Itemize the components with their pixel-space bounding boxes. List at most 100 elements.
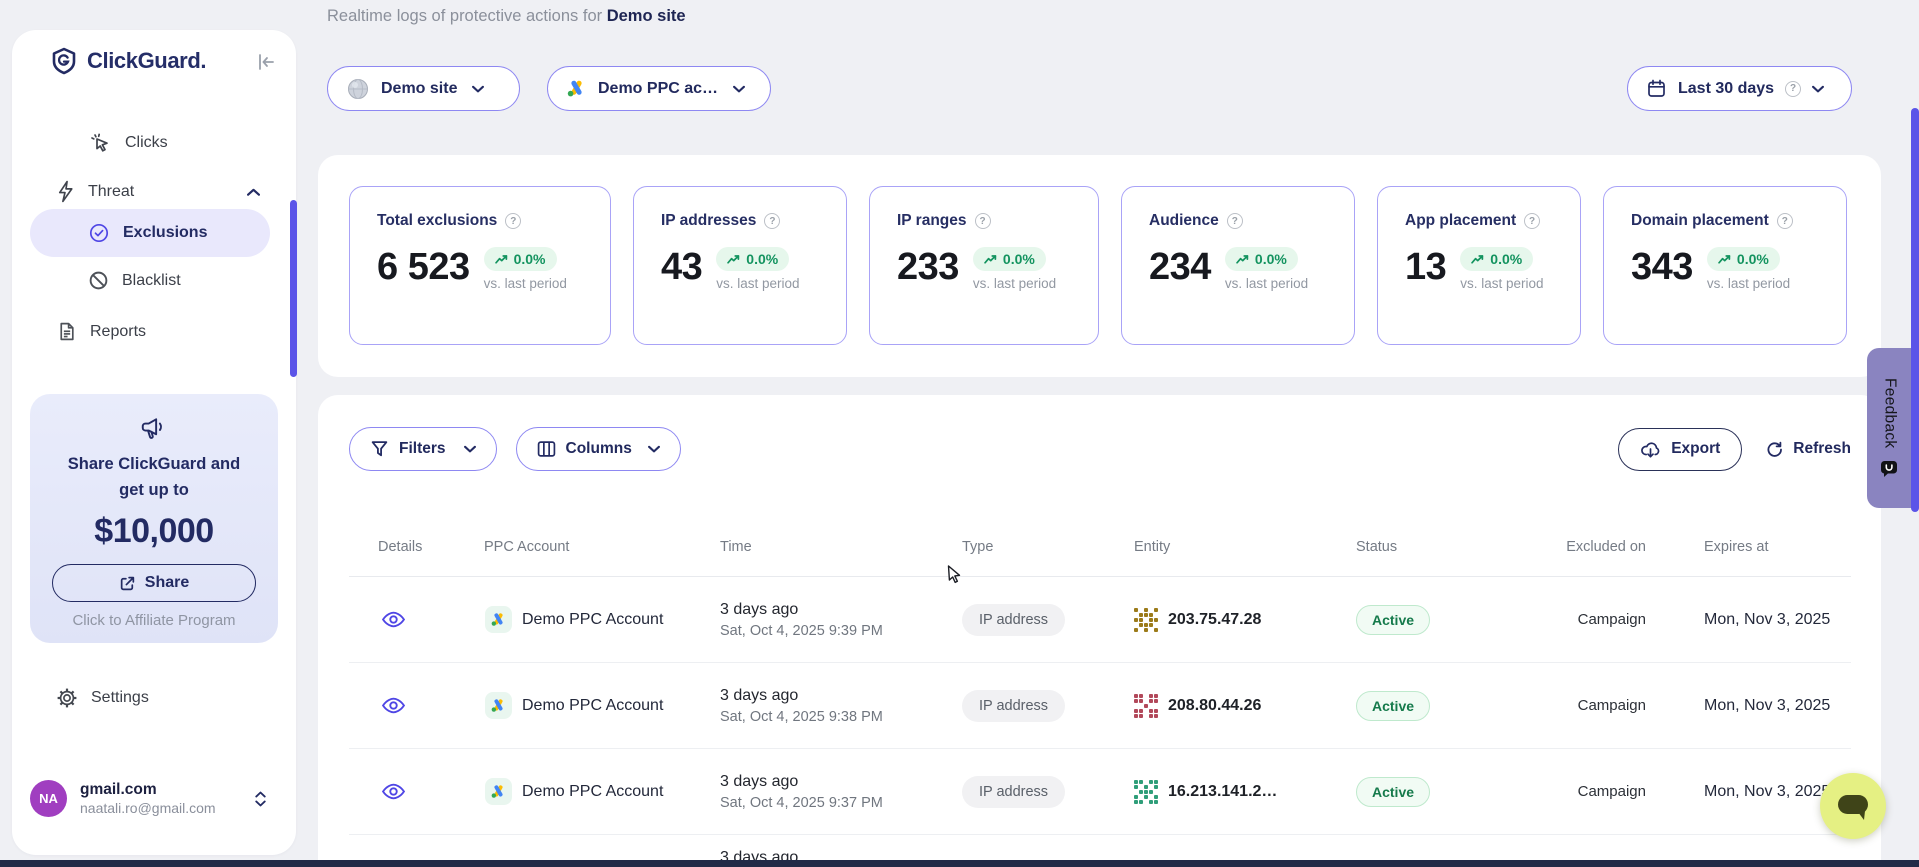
sidebar-item-threat[interactable]: Threat xyxy=(56,180,260,203)
stat-label: IP ranges xyxy=(897,212,967,230)
affiliate-promo-card[interactable]: Share ClickGuard and get up to $10,000 S… xyxy=(30,394,278,643)
stat-value: 13 xyxy=(1405,247,1446,289)
stat-card: Audience ? 234 0.0% vs. last period xyxy=(1121,186,1355,345)
help-icon[interactable]: ? xyxy=(975,213,991,229)
details-eye-icon[interactable] xyxy=(382,611,460,628)
funnel-icon xyxy=(370,440,389,458)
stat-card: Domain placement ? 343 0.0% vs. last per… xyxy=(1603,186,1847,345)
table-row: Demo PPC Account 3 days ago Sat, Oct 4, … xyxy=(349,577,1851,663)
type-badge: IP address xyxy=(962,776,1065,808)
details-eye-icon[interactable] xyxy=(382,783,460,800)
column-header: Excluded on xyxy=(1560,538,1657,558)
sidebar-collapse-icon[interactable] xyxy=(254,50,278,74)
sidebar-item-clicks[interactable]: Clicks xyxy=(88,131,168,155)
sidebar-item-blacklist[interactable]: Blacklist xyxy=(88,270,181,291)
table-toolbar: Filters Columns Export Refresh xyxy=(349,427,1851,471)
site-selector[interactable]: Demo site xyxy=(327,66,520,111)
column-header: Time xyxy=(700,538,945,558)
trend-badge: 0.0% xyxy=(1460,247,1533,271)
feedback-bubble-icon xyxy=(1880,460,1899,478)
subtitle-site: Demo site xyxy=(607,7,686,25)
help-icon[interactable]: ? xyxy=(764,213,780,229)
page-subtitle: Realtime logs of protective actions for … xyxy=(327,7,686,26)
trend-up-icon xyxy=(1236,254,1249,265)
cursor-click-icon xyxy=(88,131,112,155)
stat-caption: vs. last period xyxy=(1225,276,1308,291)
chevron-down-icon xyxy=(648,445,660,453)
help-icon[interactable]: ? xyxy=(1227,213,1243,229)
feedback-tab[interactable]: Feedback xyxy=(1867,348,1912,508)
sidebar-item-label: Clicks xyxy=(125,134,168,152)
clickguard-shield-icon xyxy=(50,47,78,75)
stat-value: 234 xyxy=(1149,247,1211,289)
date-range-selector[interactable]: Last 30 days ? xyxy=(1627,66,1852,111)
sidebar-item-settings[interactable]: Settings xyxy=(56,687,149,709)
badge-check-icon xyxy=(88,222,110,244)
page-scrollbar[interactable] xyxy=(1911,108,1919,512)
sidebar-scrollbar[interactable] xyxy=(290,200,297,377)
feedback-label: Feedback xyxy=(1881,378,1899,448)
help-icon: ? xyxy=(1785,81,1801,97)
chevron-down-icon xyxy=(472,85,484,93)
trend-up-icon xyxy=(984,254,997,265)
globe-icon xyxy=(346,77,370,101)
chevron-up-icon xyxy=(247,188,260,196)
chevron-updown-icon xyxy=(255,791,266,807)
columns-button[interactable]: Columns xyxy=(516,427,681,471)
entity-identicon xyxy=(1134,608,1158,632)
promo-footnote: Click to Affiliate Program xyxy=(30,612,278,629)
refresh-button[interactable]: Refresh xyxy=(1765,440,1851,459)
status-badge: Active xyxy=(1356,691,1430,721)
stat-caption: vs. last period xyxy=(484,276,567,291)
stats-row: Total exclusions ? 6 523 0.0% vs. last p… xyxy=(349,186,1847,345)
ppc-account-name: Demo PPC Account xyxy=(522,783,663,801)
stat-card: App placement ? 13 0.0% vs. last period xyxy=(1377,186,1581,345)
column-header: Status xyxy=(1340,538,1560,558)
ppc-account-name: Demo PPC Account xyxy=(522,611,663,629)
stat-caption: vs. last period xyxy=(1707,276,1790,291)
table-body: Demo PPC Account 3 days ago Sat, Oct 4, … xyxy=(349,577,1851,867)
column-header: PPC Account xyxy=(460,538,700,558)
stat-label: IP addresses xyxy=(661,212,756,230)
chevron-down-icon xyxy=(464,445,476,453)
details-eye-icon[interactable] xyxy=(382,697,460,714)
export-button[interactable]: Export xyxy=(1618,428,1742,471)
trend-badge: 0.0% xyxy=(484,247,557,271)
sidebar: ClickGuard. Clicks Threat Exclusions Bla… xyxy=(12,30,296,855)
share-button[interactable]: Share xyxy=(52,564,256,602)
ppc-account-selector-label: Demo PPC ac… xyxy=(598,80,718,98)
external-link-icon xyxy=(119,575,136,592)
help-icon[interactable]: ? xyxy=(1777,213,1793,229)
trend-up-icon xyxy=(1471,254,1484,265)
stat-label: App placement xyxy=(1405,212,1516,230)
ppc-account-selector[interactable]: Demo PPC ac… xyxy=(547,66,771,111)
cloud-download-icon xyxy=(1640,440,1661,459)
trend-badge: 0.0% xyxy=(1225,247,1298,271)
time-relative: 3 days ago xyxy=(720,773,945,791)
stat-card: Total exclusions ? 6 523 0.0% vs. last p… xyxy=(349,186,611,345)
sidebar-item-reports[interactable]: Reports xyxy=(56,321,146,342)
column-header: Details xyxy=(349,538,460,558)
sidebar-item-exclusions[interactable]: Exclusions xyxy=(30,209,270,257)
chevron-down-icon xyxy=(1812,85,1824,93)
excluded-on-value: Campaign xyxy=(1560,697,1657,714)
help-icon[interactable]: ? xyxy=(505,213,521,229)
user-email: naatali.ro@gmail.com xyxy=(80,800,216,816)
entity-identicon xyxy=(1134,694,1158,718)
stat-label: Total exclusions xyxy=(377,212,497,230)
stat-value: 6 523 xyxy=(377,247,470,289)
sidebar-item-label: Threat xyxy=(88,183,134,201)
chat-launcher-button[interactable] xyxy=(1820,773,1886,839)
table-header-row: Details PPC Account Time Type Entity Sta… xyxy=(349,520,1851,577)
help-icon[interactable]: ? xyxy=(1524,213,1540,229)
account-switcher[interactable]: NA gmail.com naatali.ro@gmail.com xyxy=(30,780,278,817)
bolt-icon xyxy=(56,180,75,203)
expires-at-value: Mon, Nov 3, 2025 xyxy=(1657,697,1851,715)
logo-text: ClickGuard. xyxy=(87,48,206,74)
exclusions-table-panel: Filters Columns Export Refresh xyxy=(318,395,1881,867)
type-badge: IP address xyxy=(962,690,1065,722)
stat-card: IP addresses ? 43 0.0% vs. last period xyxy=(633,186,847,345)
filters-button[interactable]: Filters xyxy=(349,427,497,471)
google-ads-icon xyxy=(485,606,512,633)
refresh-icon xyxy=(1765,440,1784,459)
